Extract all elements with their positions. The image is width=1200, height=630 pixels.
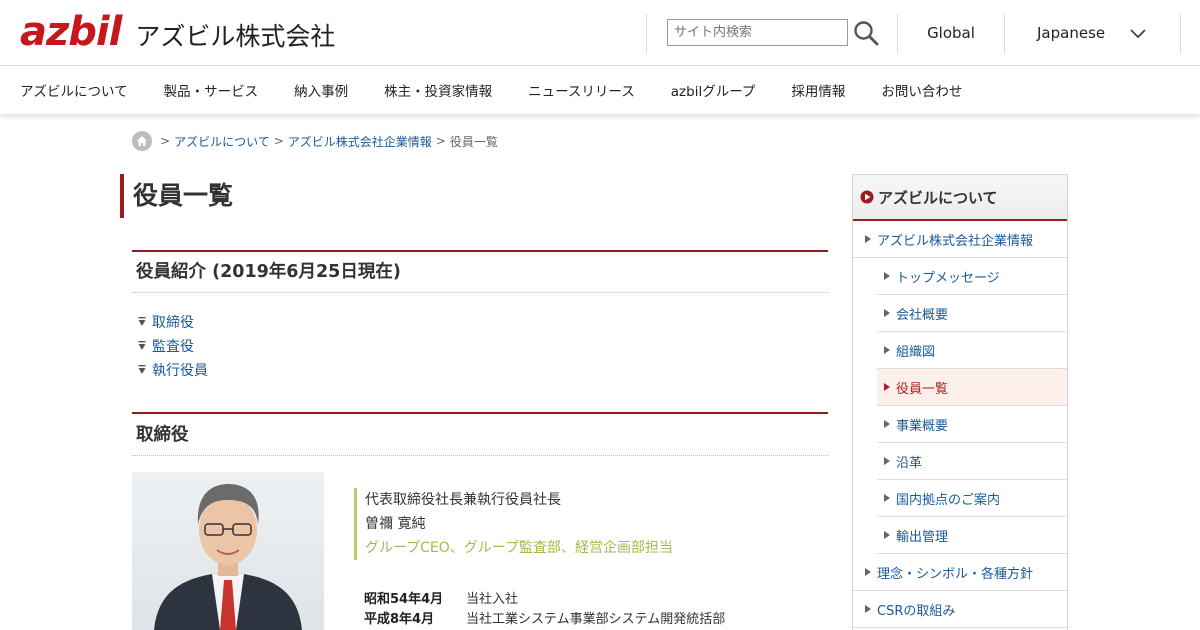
nav-item-careers[interactable]: 採用情報 [791,80,845,100]
sidebar-item-label: トップメッセージ [896,270,1000,286]
anchor-link-list: 取締役 監査役 執行役員 [138,310,208,382]
sidebar-item-label: アズビル株式会社企業情報 [877,233,1034,249]
triangle-right-icon [884,383,890,391]
breadcrumb-separator: > [273,134,284,148]
executive-name: 曽禰 寛純 [365,516,426,532]
section-title-directors: 取締役 [132,412,828,456]
header-divider [1180,14,1181,54]
sidebar-item-csr[interactable]: CSRの取組み [853,591,1067,628]
chevron-down-icon [1130,29,1146,39]
triangle-right-icon [865,605,871,613]
triangle-right-icon [884,457,890,465]
career-row: 平成8年4月 当社工業システム事業部システム開発統括部 [364,610,725,630]
sidebar-item-label: 事業概要 [896,418,949,434]
sidebar-item-label: 輸出管理 [896,529,949,545]
executive-responsibility: グループCEO、グループ監査部、経営企画部担当 [365,540,673,556]
triangle-right-icon [884,494,890,502]
down-arrow-icon [138,341,146,350]
nav-item-contact[interactable]: お問い合わせ [881,80,962,100]
nav-item-products[interactable]: 製品・サービス [164,80,259,100]
circle-play-icon [860,190,874,204]
nav-item-about[interactable]: アズビルについて [20,80,128,100]
anchor-link-label: 執行役員 [152,363,208,379]
language-label: Japanese [1037,24,1106,42]
sidebar-item-label: 会社概要 [896,307,949,323]
page-title: 役員一覧 [120,174,233,218]
sidebar-heading-label: アズビルについて [878,188,998,207]
executive-photo [132,472,324,630]
triangle-right-icon [884,531,890,539]
triangle-right-icon [865,235,871,243]
career-history: 昭和54年4月 当社入社 平成8年4月 当社工業システム事業部システム開発統括部 [364,590,725,630]
breadcrumb-current: 役員一覧 [449,134,498,149]
career-description: 当社入社 [466,592,519,607]
nav-item-group[interactable]: azbilグループ [671,80,756,100]
anchor-link-label: 監査役 [152,339,194,355]
breadcrumb-separator: > [435,134,446,148]
nav-item-investors[interactable]: 株主・投資家情報 [384,80,492,100]
triangle-right-icon [884,346,890,354]
career-date: 昭和54年4月 [364,592,444,607]
sidebar-item-label: 組織図 [896,344,936,360]
logo-text: アズビル株式会社 [135,22,336,51]
sidebar-item-label: CSRの取組み [877,603,956,619]
career-date: 平成8年4月 [364,612,435,627]
global-site-link[interactable]: Global [898,0,1004,66]
down-arrow-icon [138,317,146,326]
breadcrumb: > アズビルについて > アズビル株式会社企業情報 > 役員一覧 [132,131,498,151]
sidebar-item-label: 国内拠点のご案内 [896,492,1001,508]
sidebar-item-top-message[interactable]: トップメッセージ [877,258,1067,295]
company-logo[interactable]: azbil アズビル株式会社 [20,12,335,57]
search-icon[interactable] [853,20,879,46]
sidebar-item-business-overview[interactable]: 事業概要 [877,406,1067,443]
global-nav: アズビルについて 製品・サービス 納入事例 株主・投資家情報 ニュースリリース … [0,66,1200,114]
anchor-link-label: 取締役 [152,315,194,331]
sidebar-nav: アズビルについて アズビル株式会社企業情報 トップメッセージ 会社概要 組織図 … [852,174,1068,630]
sidebar-item-executives[interactable]: 役員一覧 [877,369,1067,406]
site-header: azbil アズビル株式会社 Global Japanese [0,0,1200,66]
executive-position: 代表取締役社長兼執行役員社長 [365,492,561,508]
logo-mark: azbil [20,9,122,55]
sidebar-item-label: 役員一覧 [896,381,949,397]
anchor-link-auditors[interactable]: 監査役 [138,334,208,358]
sidebar-item-org-chart[interactable]: 組織図 [877,332,1067,369]
sidebar-item-label: 理念・シンボル・各種方針 [877,566,1034,582]
down-arrow-icon [138,365,146,374]
anchor-link-directors[interactable]: 取締役 [138,310,208,334]
language-selector[interactable]: Japanese [1005,0,1181,66]
career-description: 当社工業システム事業部システム開発統括部 [466,612,726,627]
sidebar-heading[interactable]: アズビルについて [853,175,1067,221]
sidebar-item-domestic-locations[interactable]: 国内拠点のご案内 [877,480,1067,517]
executive-summary: 代表取締役社長兼執行役員社長 曽禰 寛純 グループCEO、グループ監査部、経営企… [354,488,673,560]
breadcrumb-link-about[interactable]: アズビルについて [174,133,270,150]
nav-item-news[interactable]: ニュースリリース [528,80,635,100]
nav-item-case-studies[interactable]: 納入事例 [294,80,348,100]
site-search-input[interactable] [667,19,848,46]
sidebar-item-philosophy[interactable]: 理念・シンボル・各種方針 [853,554,1067,591]
breadcrumb-separator: > [160,134,171,148]
triangle-right-icon [865,568,871,576]
section-title-executives: 役員紹介 (2019年6月25日現在) [132,250,828,293]
sidebar-item-company-profile[interactable]: 会社概要 [877,295,1067,332]
sidebar-item-label: 沿革 [896,455,923,471]
triangle-right-icon [884,309,890,317]
breadcrumb-link-corporate-info[interactable]: アズビル株式会社企業情報 [288,133,432,150]
career-row: 昭和54年4月 当社入社 [364,590,725,610]
sidebar-item-export-control[interactable]: 輸出管理 [877,517,1067,554]
sidebar-item-corporate-info[interactable]: アズビル株式会社企業情報 [853,221,1067,258]
anchor-link-officers[interactable]: 執行役員 [138,358,208,382]
sidebar-item-history[interactable]: 沿革 [877,443,1067,480]
triangle-right-icon [884,272,890,280]
home-icon[interactable] [132,131,152,151]
header-divider [646,14,647,54]
triangle-right-icon [884,420,890,428]
